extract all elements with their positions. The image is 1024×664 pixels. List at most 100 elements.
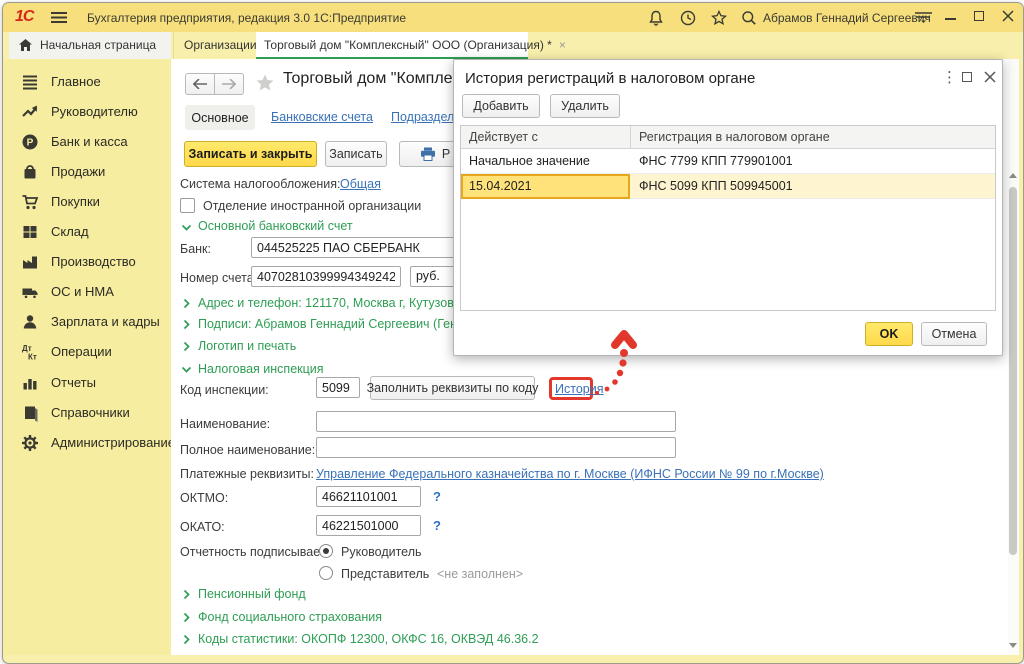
oktmo-input[interactable] [316,486,421,507]
sidebar-item-administration[interactable]: Администрирование [3,428,171,458]
foreign-org-checkbox[interactable] [180,198,195,213]
payment-details-link[interactable]: Управление Федерального казначейства по … [316,467,824,481]
gear-icon [21,434,39,452]
search-icon[interactable] [741,10,757,26]
sidebar-item-main[interactable]: Главное [3,67,171,97]
chevron-right-icon[interactable] [181,319,192,330]
tax-system-value-link[interactable]: Общая [340,177,381,191]
home-icon [19,39,32,51]
save-and-close-button[interactable]: Записать и закрыть [184,141,317,167]
section-tax-inspection[interactable]: Налоговая инспекция [198,362,324,376]
section-statistics-codes[interactable]: Коды статистики: ОКОПФ 12300, ОКФС 16, О… [198,632,539,646]
history-clock-icon[interactable] [680,10,696,26]
cart-icon [21,193,39,211]
column-valid-from[interactable]: Действует с [469,130,538,144]
maximize-button[interactable] [974,11,984,21]
sidebar-item-bank-cash[interactable]: Р Банк и касса [3,127,171,157]
sidebar-item-manager[interactable]: Руководителю [3,97,171,127]
main-scrollbar[interactable] [1008,59,1019,655]
scroll-down-arrow[interactable] [1009,643,1017,648]
form-tab-main[interactable]: Основное [185,105,255,130]
chevron-down-icon[interactable] [181,364,192,375]
oktmo-help-icon[interactable]: ? [433,489,441,504]
sidebar-item-purchases[interactable]: Покупки [3,187,171,217]
section-signatures[interactable]: Подписи: Абрамов Геннадий Сергеевич (Ген… [198,317,478,331]
section-logo-stamp[interactable]: Логотип и печать [198,339,296,353]
form-title: Торговый дом "Компле [283,70,453,88]
dialog-ok-button[interactable]: OK [865,322,913,346]
representative-empty-note: <не заполнен> [437,567,523,581]
radio-selected-dot [323,548,329,554]
sidebar-item-label: Производство [51,254,136,269]
section-address-phone[interactable]: Адрес и телефон: 121170, Москва г, Кутуз… [198,296,479,310]
sidebar-item-warehouse[interactable]: Склад [3,217,171,247]
main-menu-icon[interactable] [51,11,67,24]
service-menu-icon[interactable] [915,11,932,25]
section-bank-account[interactable]: Основной банковский счет [198,219,353,233]
chevron-right-icon[interactable] [181,612,192,623]
dialog-cancel-button[interactable]: Отмена [921,322,987,346]
close-button[interactable] [1002,10,1014,22]
tab-organization-card[interactable]: Торговый дом "Комплексный" ООО (Организа… [256,32,528,59]
trend-chart-icon [21,103,39,121]
tab-organizations-label: Организации [184,38,257,52]
oktmo-label: ОКТМО: [180,491,228,505]
sidebar-item-reports[interactable]: Отчеты [3,368,171,398]
scrollbar-thumb[interactable] [1009,187,1017,555]
table-header: Действует с Регистрация в налоговом орга… [461,126,995,149]
dialog-more-icon[interactable]: ⋮ [942,68,957,86]
inspection-code-input[interactable] [316,377,360,398]
sidebar-item-production[interactable]: Производство [3,247,171,277]
section-pension-fund[interactable]: Пенсионный фонд [198,587,306,601]
sidebar: Главное Руководителю Р Банк и касса Прод… [3,59,171,655]
tab-home[interactable]: Начальная страница [9,32,171,59]
okato-input[interactable] [316,515,421,536]
tab-organization-card-close-icon[interactable]: × [559,38,566,52]
fill-by-code-button[interactable]: Заполнить реквизиты по коду [370,376,535,400]
forward-button[interactable] [214,73,244,95]
inspection-code-label: Код инспекции: [180,383,269,397]
current-user[interactable]: Абрамов Геннадий Сергеевич [763,11,931,25]
form-tab-bank-accounts[interactable]: Банковские счета [271,110,373,124]
dialog-add-button[interactable]: Добавить [462,94,540,118]
ruble-circle-icon: Р [21,133,39,151]
radio-representative[interactable] [319,566,333,580]
account-number-input[interactable] [251,266,401,287]
chevron-right-icon[interactable] [181,341,192,352]
table-row[interactable]: Начальное значение ФНС 7799 КПП 77990100… [461,149,995,174]
sidebar-item-directories[interactable]: Справочники [3,398,171,428]
chevron-right-icon[interactable] [181,589,192,600]
chevron-right-icon[interactable] [181,298,192,309]
dialog-delete-button[interactable]: Удалить [550,94,620,118]
screen: 1С Бухгалтерия предприятия, редакция 3.0… [0,0,1024,664]
sidebar-item-operations[interactable]: ДтКт Операции [3,337,171,367]
dialog-maximize-button[interactable] [962,72,972,82]
okato-label: ОКАТО: [180,520,225,534]
name-input[interactable] [316,411,676,432]
table-row-selected[interactable]: 15.04.2021 ФНС 5099 КПП 509945001 [461,174,995,199]
minimize-button[interactable] [945,18,956,20]
save-button[interactable]: Записать [325,141,387,167]
sidebar-item-label: Главное [51,74,101,89]
sidebar-item-sales[interactable]: Продажи [3,157,171,187]
sidebar-item-fixed-assets[interactable]: ОС и НМА [3,277,171,307]
tab-bar: Начальная страница Организации × Торговый… [3,32,1023,59]
full-name-input[interactable] [316,437,676,458]
sidebar-item-payroll-hr[interactable]: Зарплата и кадры [3,307,171,337]
dialog-close-button[interactable] [984,71,996,83]
scroll-up-arrow[interactable] [1009,173,1017,178]
notifications-bell-icon[interactable] [648,10,664,26]
okato-help-icon[interactable]: ? [433,518,441,533]
grid-icon [21,223,39,241]
back-button[interactable] [185,73,215,95]
column-registration[interactable]: Регистрация в налоговом органе [639,130,830,144]
radio-director[interactable] [319,544,333,558]
favorites-star-icon[interactable] [711,10,727,26]
section-social-insurance[interactable]: Фонд социального страхования [198,610,382,624]
favorite-star-icon[interactable] [255,73,275,93]
history-link[interactable]: История [555,382,603,396]
bar-chart-icon [21,374,39,392]
chevron-down-icon[interactable] [181,222,192,233]
cell-valid-from: 15.04.2021 [469,179,532,193]
chevron-right-icon[interactable] [181,634,192,645]
